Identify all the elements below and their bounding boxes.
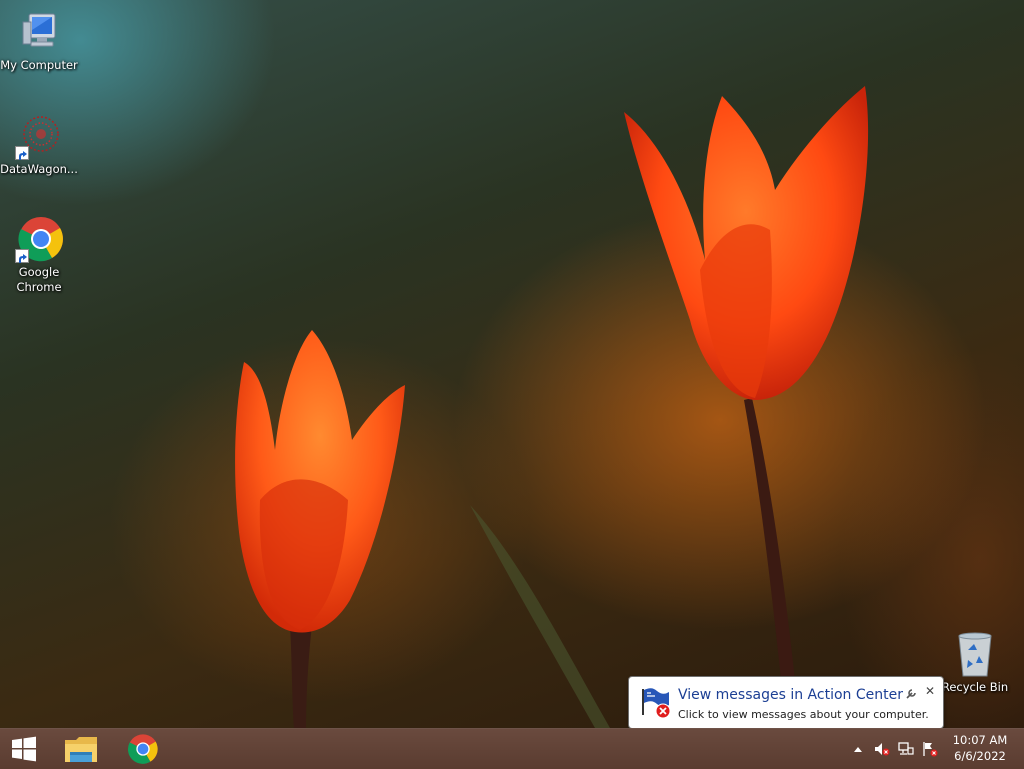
desktop-icon-label: DataWagon... [0, 162, 78, 176]
datawagon-icon [15, 112, 63, 160]
chrome-icon [15, 215, 63, 263]
desktop-icon-google-chrome[interactable]: Google Chrome [0, 215, 78, 295]
volume-muted-icon[interactable] [874, 741, 890, 757]
notification-title: View messages in Action Center [678, 687, 903, 703]
clock-date: 6/6/2022 [954, 749, 1006, 763]
wrench-icon[interactable] [905, 685, 917, 699]
recycle-bin-icon [951, 630, 999, 678]
desktop-icon-datawagon[interactable]: DataWagon... [0, 112, 78, 177]
notification-text: Click to view messages about your comput… [678, 708, 929, 721]
clock[interactable]: 10:07 AM 6/6/2022 [944, 732, 1016, 764]
wallpaper-tulips [235, 86, 869, 728]
action-center-notification[interactable]: View messages in Action Center Click to … [628, 676, 944, 729]
taskbar-file-explorer[interactable] [58, 729, 104, 769]
shortcut-arrow-icon [15, 249, 29, 263]
desktop-icon-label: My Computer [0, 58, 78, 72]
chrome-icon [127, 734, 158, 764]
windows-start-icon [12, 736, 36, 762]
file-explorer-icon [65, 737, 97, 762]
shortcut-arrow-icon [15, 146, 29, 160]
taskbar: 10:07 AM 6/6/2022 [0, 728, 1024, 769]
desktop: My Computer DataWagon... Google Chrome R… [0, 0, 1024, 728]
taskbar-chrome[interactable] [120, 729, 166, 769]
action-center-flag-icon[interactable] [922, 741, 938, 757]
desktop-icon-label: Recycle Bin [941, 680, 1009, 694]
desktop-icon-recycle-bin[interactable]: Recycle Bin [936, 630, 1014, 695]
show-hidden-icons-chevron[interactable] [850, 741, 866, 757]
desktop-icon-label: Google Chrome [16, 265, 62, 294]
desktop-icon-my-computer[interactable]: My Computer [0, 8, 78, 73]
close-icon[interactable]: ✕ [925, 685, 935, 697]
network-icon[interactable] [898, 741, 914, 757]
start-button[interactable] [0, 729, 48, 769]
computer-icon [15, 8, 63, 56]
action-center-flag-icon [639, 685, 673, 719]
clock-time: 10:07 AM [952, 733, 1008, 747]
